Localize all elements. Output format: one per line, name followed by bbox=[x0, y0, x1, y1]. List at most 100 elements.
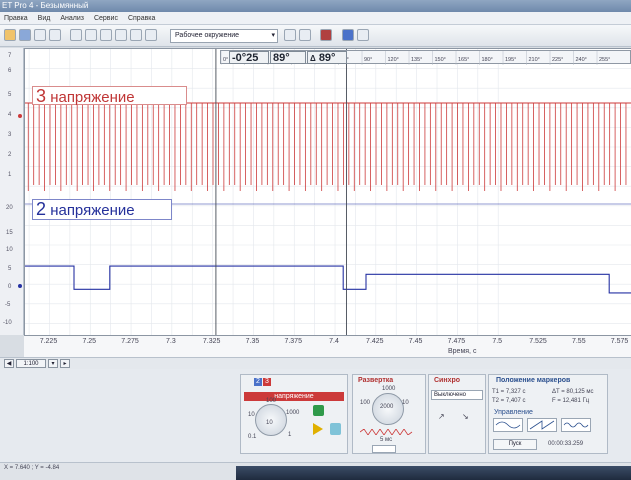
copy-icon[interactable] bbox=[49, 29, 61, 41]
cursor-icon[interactable] bbox=[299, 29, 311, 41]
y-tick: 10 bbox=[6, 247, 13, 253]
wave-noise-button[interactable] bbox=[561, 418, 591, 432]
x-axis-label: Время, с bbox=[448, 348, 477, 355]
sweep-knob-label: 10 bbox=[402, 400, 409, 406]
ch3-zero-marker[interactable] bbox=[18, 114, 22, 118]
x-tick: 7.225 bbox=[39, 338, 58, 345]
sweep-knob-label: 2000 bbox=[380, 404, 394, 410]
channel2-name: напряжение bbox=[50, 202, 135, 219]
rising-edge-icon[interactable]: ↗ bbox=[438, 412, 445, 421]
zoom-ratio[interactable]: 1:100 bbox=[16, 359, 46, 368]
sync-title: Синхро bbox=[434, 377, 461, 384]
open-folder-icon[interactable] bbox=[4, 29, 16, 41]
x-tick: 7.5 bbox=[492, 338, 503, 345]
sweep-input[interactable] bbox=[372, 445, 396, 453]
knob-label: 10 bbox=[266, 420, 273, 426]
zoom-ratio-value: 1:100 bbox=[23, 361, 39, 367]
workspace-label: Рабочее окружение bbox=[175, 32, 240, 39]
marker-t1: T1 = 7,327 с bbox=[492, 389, 526, 395]
y-axis-strip: 7 6 5 4 3 2 1 20 15 10 5 0 -5 -10 bbox=[0, 48, 24, 335]
x-tick: 7.525 bbox=[529, 338, 547, 345]
calibrate-icon[interactable] bbox=[330, 423, 341, 435]
workspace-dropdown[interactable]: Рабочее окружение ▾ bbox=[170, 29, 278, 43]
sync-panel bbox=[428, 374, 486, 454]
x-tick: 7.4 bbox=[329, 338, 339, 345]
noise-icon bbox=[563, 422, 589, 428]
angle-tick: 195° bbox=[505, 57, 516, 63]
refresh-icon[interactable] bbox=[284, 29, 296, 41]
marker-delta-value: 89° bbox=[318, 52, 336, 64]
sweep-wave-icon bbox=[360, 429, 413, 435]
channel-tab-2[interactable]: 2 bbox=[254, 378, 262, 386]
marker-angle-m1-value: 89° bbox=[273, 52, 290, 64]
start-button[interactable]: Пуск bbox=[493, 439, 537, 450]
angle-tick: 90° bbox=[364, 57, 372, 63]
x-tick: 7.575 bbox=[610, 338, 629, 345]
y-tick: 7 bbox=[8, 53, 12, 59]
ch2-zero-marker[interactable] bbox=[18, 284, 22, 288]
y-tick: 15 bbox=[6, 230, 13, 236]
scroll-down-icon[interactable]: ▾ bbox=[48, 359, 58, 368]
layout-icon[interactable] bbox=[342, 29, 354, 41]
falling-edge-icon[interactable]: ↘ bbox=[462, 412, 469, 421]
menu-view[interactable]: Вид bbox=[38, 12, 51, 24]
menu-help[interactable]: Справка bbox=[128, 12, 155, 24]
x-tick: 7.55 bbox=[571, 338, 586, 345]
cursor-coordinates: X = 7.640 ; Y = -4.84 bbox=[4, 465, 60, 471]
marker-delta[interactable]: Δ 89° bbox=[307, 51, 347, 64]
x-tick: 7.25 bbox=[82, 338, 97, 345]
toolbar: Рабочее окружение ▾ bbox=[0, 25, 631, 47]
marker-dt: ΔT = 80,125 мс bbox=[552, 389, 594, 395]
y-tick: 1 bbox=[8, 172, 12, 178]
camera-icon[interactable] bbox=[145, 29, 157, 41]
channel-tab-3[interactable]: 3 bbox=[263, 378, 271, 386]
x-tick: 7.35 bbox=[245, 338, 260, 345]
x-axis: 7.225 7.25 7.275 7.3 7.325 7.35 7.375 7.4 7.425 7… bbox=[24, 335, 631, 357]
sweep-title: Развертка bbox=[358, 377, 394, 384]
angle-tick: 255° bbox=[599, 57, 610, 63]
angle-tick: 120° bbox=[388, 57, 399, 63]
start-label: Пуск bbox=[508, 441, 522, 447]
scroll-right-icon[interactable]: ▸ bbox=[60, 359, 70, 368]
knob-label: 0.1 bbox=[248, 434, 257, 440]
channel2-number: 2 bbox=[36, 199, 47, 219]
menu-analysis[interactable]: Анализ bbox=[60, 12, 84, 24]
channel3-label[interactable]: 3 напряжение bbox=[32, 86, 187, 106]
settings-icon[interactable] bbox=[70, 29, 82, 41]
marker-angle-start-value: -0°25 bbox=[232, 52, 259, 64]
channel-name: напряжение bbox=[244, 392, 344, 401]
channel2-label[interactable]: 2 напряжение bbox=[32, 199, 172, 220]
elapsed-time: 00:00:33.259 bbox=[548, 441, 584, 447]
y-tick: -5 bbox=[5, 302, 11, 308]
save-icon[interactable] bbox=[19, 29, 31, 41]
sweep-knob-label: 1000 bbox=[382, 386, 396, 392]
time-scrollbar[interactable]: ◀ 1:100 ▾ ▸ bbox=[0, 357, 631, 369]
record-icon[interactable] bbox=[320, 29, 332, 41]
scroll-left-icon[interactable]: ◀ bbox=[4, 359, 14, 368]
play-icon[interactable] bbox=[313, 423, 323, 435]
grid-icon[interactable] bbox=[130, 29, 142, 41]
y-tick: 6 bbox=[8, 68, 12, 74]
undo-icon[interactable] bbox=[100, 29, 112, 41]
power-icon[interactable] bbox=[313, 405, 324, 416]
y-tick: -10 bbox=[3, 320, 12, 326]
fit-icon[interactable] bbox=[357, 29, 369, 41]
channel3-number: 3 bbox=[36, 86, 47, 106]
sync-mode-dropdown[interactable]: Выключено bbox=[431, 390, 483, 400]
wave-ramp-button[interactable] bbox=[527, 418, 557, 432]
marker-angle-start[interactable]: -0°25 bbox=[229, 51, 269, 64]
sweep-value: 5 мс bbox=[380, 437, 393, 443]
sine-icon bbox=[495, 421, 521, 429]
wave-sine-button[interactable] bbox=[493, 418, 523, 432]
menu-edit[interactable]: Правка bbox=[4, 12, 28, 24]
marker-t2: T2 = 7,407 с bbox=[492, 398, 526, 404]
channel3-name: напряжение bbox=[50, 89, 135, 106]
marker-angle-m1[interactable]: 89° bbox=[270, 51, 306, 64]
y-tick: 2 bbox=[8, 152, 12, 158]
print-icon[interactable] bbox=[34, 29, 46, 41]
zoom-icon[interactable] bbox=[115, 29, 127, 41]
channel-selector: 2 3 bbox=[254, 378, 271, 386]
menu-service[interactable]: Сервис bbox=[94, 12, 118, 24]
scale-icon[interactable] bbox=[85, 29, 97, 41]
y-tick: 0 bbox=[8, 284, 12, 290]
